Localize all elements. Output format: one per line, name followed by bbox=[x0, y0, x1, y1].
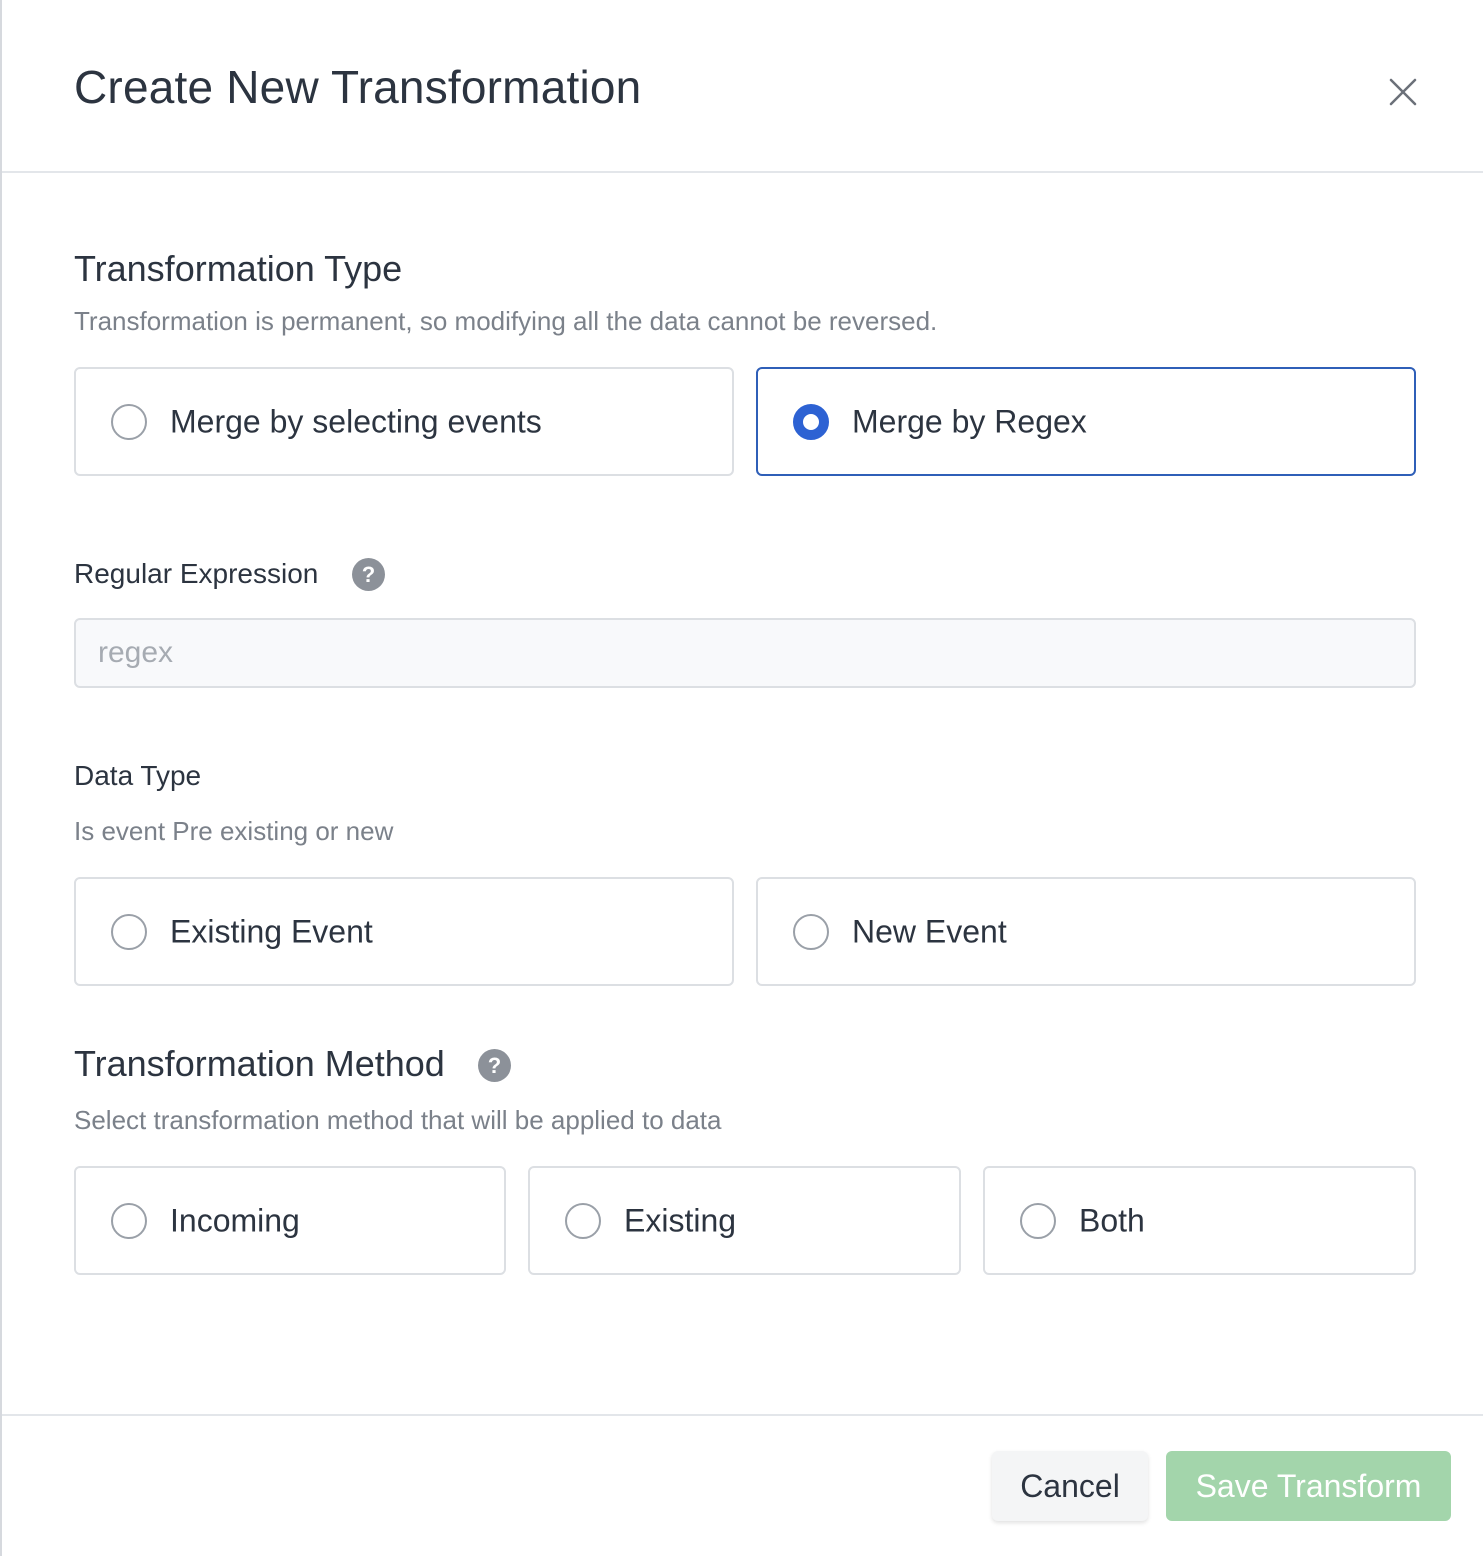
option-both[interactable]: Both bbox=[983, 1166, 1416, 1275]
cancel-button[interactable]: Cancel bbox=[992, 1451, 1148, 1521]
data-type-label: Data Type bbox=[74, 760, 202, 791]
regular-expression-label: Regular Expression bbox=[74, 558, 319, 589]
dialog-header: Create New Transformation bbox=[2, 0, 1483, 173]
option-label: New Event bbox=[852, 913, 1007, 949]
transformation-method-description: Select transformation method that will b… bbox=[74, 1105, 722, 1135]
option-incoming[interactable]: Incoming bbox=[74, 1166, 506, 1275]
radio-button[interactable] bbox=[111, 1202, 147, 1239]
option-label: Existing Event bbox=[170, 913, 373, 949]
radio-button-checked[interactable] bbox=[793, 403, 829, 440]
transformation-method-title: Transformation Method bbox=[74, 1043, 445, 1084]
radio-button[interactable] bbox=[1020, 1202, 1056, 1239]
option-label: Both bbox=[1079, 1202, 1145, 1238]
data-type-description: Is event Pre existing or new bbox=[74, 816, 394, 846]
option-new-event[interactable]: New Event bbox=[756, 877, 1416, 986]
option-existing-event[interactable]: Existing Event bbox=[74, 877, 734, 986]
transformation-type-title: Transformation Type bbox=[74, 248, 403, 289]
help-icon[interactable]: ? bbox=[352, 558, 385, 591]
radio-button[interactable] bbox=[793, 913, 829, 950]
dialog-title: Create New Transformation bbox=[74, 61, 642, 113]
radio-button[interactable] bbox=[111, 403, 147, 440]
option-merge-by-regex[interactable]: Merge by Regex bbox=[756, 367, 1416, 476]
option-label: Merge by Regex bbox=[852, 403, 1087, 439]
radio-button[interactable] bbox=[111, 913, 147, 950]
save-transform-button[interactable]: Save Transform bbox=[1166, 1451, 1451, 1521]
transformation-type-description: Transformation is permanent, so modifyin… bbox=[74, 306, 938, 336]
option-existing[interactable]: Existing bbox=[528, 1166, 961, 1275]
option-merge-by-selecting-events[interactable]: Merge by selecting events bbox=[74, 367, 734, 476]
radio-button[interactable] bbox=[565, 1202, 601, 1239]
regex-input[interactable] bbox=[74, 618, 1416, 688]
close-icon[interactable] bbox=[1383, 72, 1423, 112]
option-label: Existing bbox=[624, 1202, 737, 1238]
help-icon[interactable]: ? bbox=[478, 1049, 511, 1082]
create-transformation-dialog: Create New Transformation Transformation… bbox=[0, 0, 1483, 1556]
option-label: Merge by selecting events bbox=[170, 403, 542, 439]
option-label: Incoming bbox=[170, 1202, 300, 1238]
